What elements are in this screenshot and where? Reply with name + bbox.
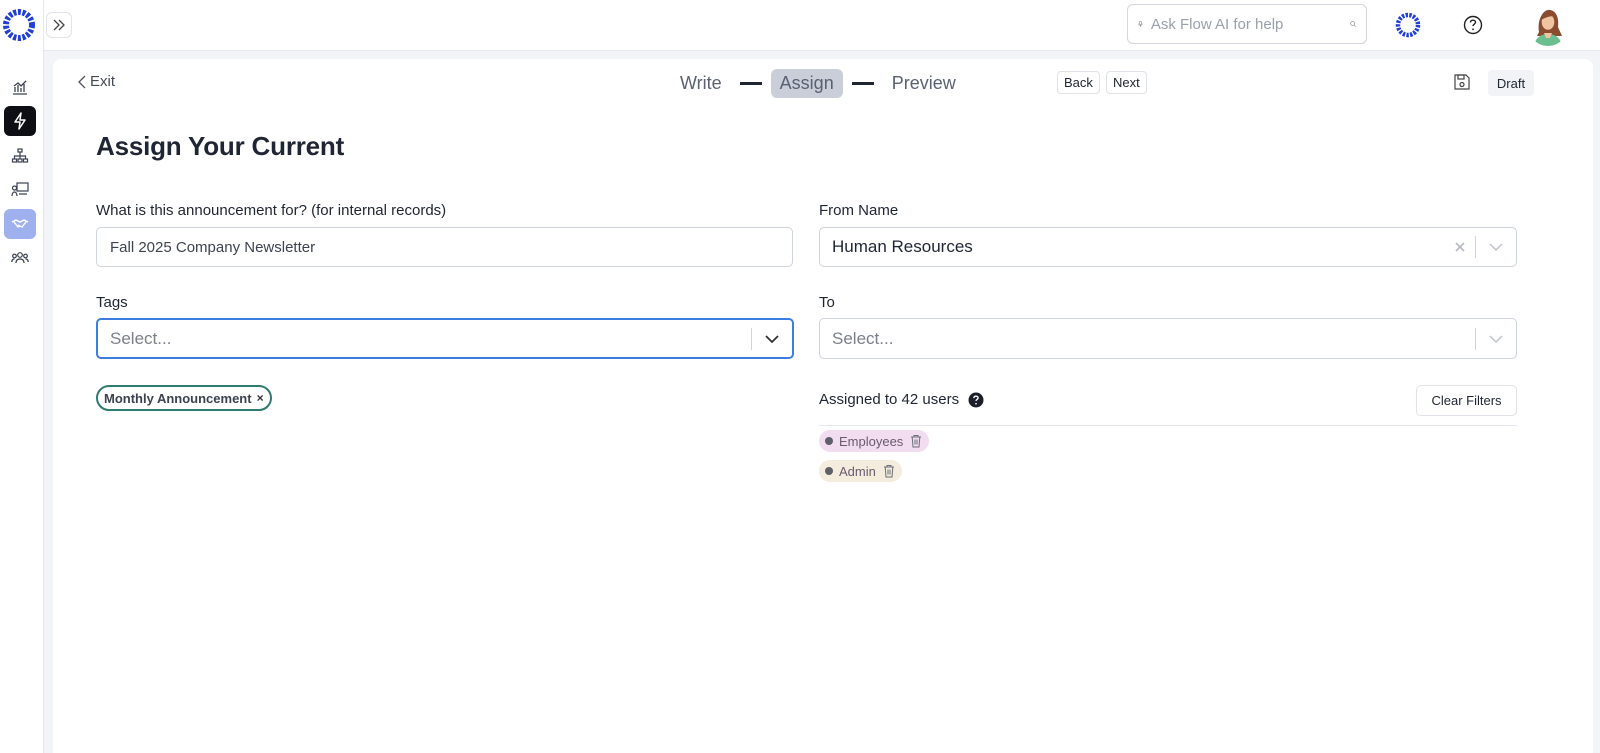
assigned-count: Assigned to 42 users <box>819 391 960 408</box>
tags-dropdown-toggle[interactable] <box>752 320 792 357</box>
mic-icon[interactable] <box>1138 15 1143 33</box>
trash-icon[interactable] <box>909 434 923 448</box>
chevron-down-icon <box>765 334 779 343</box>
main-panel: Exit Write Assign Preview Back Next Draf… <box>53 59 1593 753</box>
left-rail <box>0 0 44 753</box>
page-title: Assign Your Current <box>96 131 345 161</box>
draft-button[interactable]: Draft <box>1488 70 1534 96</box>
to-placeholder: Select... <box>832 328 894 348</box>
logo-icon[interactable] <box>1395 12 1421 38</box>
group-chip-admin: Admin <box>819 460 902 482</box>
chevron-down-icon <box>1489 334 1503 343</box>
nav-people[interactable] <box>4 243 36 273</box>
clear-from-name-button[interactable] <box>1445 228 1475 266</box>
avatar[interactable] <box>1528 6 1568 46</box>
chevron-down-icon <box>1489 243 1503 251</box>
search-icon[interactable] <box>1350 15 1356 33</box>
expand-icon <box>53 19 65 31</box>
status-dot <box>825 467 833 475</box>
from-name-select[interactable]: Human Resources <box>819 227 1517 267</box>
nav-training[interactable] <box>4 174 36 204</box>
purpose-input[interactable] <box>96 227 793 267</box>
step-indicator: Write Assign Preview <box>671 67 965 99</box>
from-name-dropdown-toggle[interactable] <box>1476 228 1516 266</box>
nav-analytics[interactable] <box>4 72 36 102</box>
nav-currents[interactable] <box>4 106 36 136</box>
top-bar <box>44 0 1600 51</box>
to-select[interactable]: Select... <box>819 318 1517 359</box>
step-assign[interactable]: Assign <box>770 68 843 98</box>
from-name-label: From Name <box>819 202 899 219</box>
exit-link[interactable]: Exit <box>77 73 115 90</box>
tag-chip-label: Monthly Announcement <box>104 390 252 406</box>
help-icon[interactable] <box>1462 14 1484 36</box>
tags-select[interactable]: Select... <box>96 318 794 359</box>
step-connector <box>851 81 874 85</box>
analytics-icon <box>13 80 27 95</box>
next-button[interactable]: Next <box>1106 71 1147 94</box>
org-chart-icon <box>11 148 29 163</box>
save-icon[interactable] <box>1453 73 1471 91</box>
step-connector <box>739 81 762 85</box>
divider <box>819 425 1517 426</box>
trash-icon[interactable] <box>882 464 896 478</box>
step-write[interactable]: Write <box>671 69 731 98</box>
group-chip-employees: Employees <box>819 430 930 452</box>
bolt-icon <box>14 112 26 130</box>
tags-placeholder: Select... <box>110 328 172 348</box>
expand-sidebar-button[interactable] <box>46 12 72 38</box>
clear-filters-button[interactable]: Clear Filters <box>1416 385 1517 416</box>
presentation-icon <box>11 182 29 197</box>
clear-icon <box>1455 242 1465 252</box>
to-dropdown-toggle[interactable] <box>1476 319 1516 358</box>
chevron-left-icon <box>78 75 86 88</box>
exit-label: Exit <box>90 73 116 90</box>
tag-chip: Monthly Announcement × <box>96 385 272 411</box>
remove-tag-button[interactable]: × <box>257 391 264 405</box>
ai-search-input[interactable] <box>1150 15 1350 33</box>
nav-org-chart[interactable] <box>4 141 36 171</box>
status-dot <box>825 437 833 445</box>
purpose-label: What is this announcement for? (for inte… <box>96 202 447 219</box>
ai-search-box[interactable] <box>1127 4 1367 44</box>
step-preview[interactable]: Preview <box>883 69 965 98</box>
from-name-value: Human Resources <box>832 237 973 256</box>
to-label: To <box>819 294 835 311</box>
question-icon[interactable] <box>968 392 984 408</box>
group-chip-label: Admin <box>839 463 876 479</box>
group-chip-label: Employees <box>839 433 904 449</box>
assigned-summary: Assigned to 42 users <box>819 391 984 408</box>
nav-partners[interactable] <box>4 209 36 239</box>
back-button[interactable]: Back <box>1057 71 1100 94</box>
users-icon <box>11 252 29 264</box>
tags-label: Tags <box>96 294 128 311</box>
logo-icon[interactable] <box>2 8 36 42</box>
handshake-icon <box>11 219 29 228</box>
